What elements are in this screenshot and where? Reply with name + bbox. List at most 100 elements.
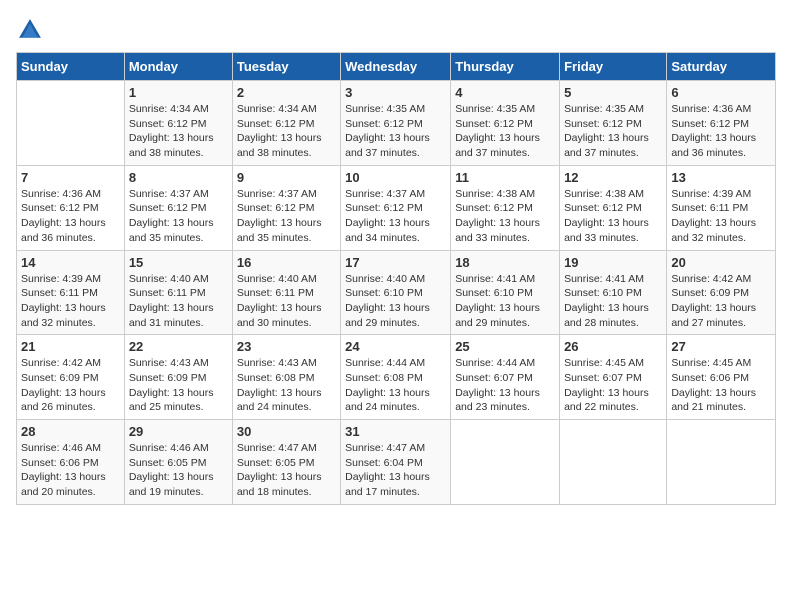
day-number: 20 — [671, 255, 771, 270]
day-number: 10 — [345, 170, 446, 185]
day-number: 23 — [237, 339, 336, 354]
day-number: 27 — [671, 339, 771, 354]
day-number: 14 — [21, 255, 120, 270]
day-info: Sunrise: 4:43 AMSunset: 6:08 PMDaylight:… — [237, 356, 336, 415]
day-info: Sunrise: 4:35 AMSunset: 6:12 PMDaylight:… — [564, 102, 662, 161]
calendar-cell: 4 Sunrise: 4:35 AMSunset: 6:12 PMDaylight… — [451, 81, 560, 166]
calendar-cell: 30Sunrise: 4:47 AMSunset: 6:05 PMDayligh… — [232, 420, 340, 505]
day-number: 24 — [345, 339, 446, 354]
calendar-cell: 19 Sunrise: 4:41 AMSunset: 6:10 PMDayligh… — [560, 250, 667, 335]
calendar-cell: 16Sunrise: 4:40 AMSunset: 6:11 PMDayligh… — [232, 250, 340, 335]
calendar-week-row: 14 Sunrise: 4:39 AMSunset: 6:11 PMDayligh… — [17, 250, 776, 335]
calendar-cell: 12 Sunrise: 4:38 AMSunset: 6:12 PMDayligh… — [560, 165, 667, 250]
day-header-thursday: Thursday — [451, 53, 560, 81]
calendar-cell: 13 Sunrise: 4:39 AMSunset: 6:11 PMDayligh… — [667, 165, 776, 250]
day-info: Sunrise: 4:41 AMSunset: 6:10 PMDaylight:… — [564, 272, 662, 331]
day-number: 18 — [455, 255, 555, 270]
calendar-week-row: 1 Sunrise: 4:34 AMSunset: 6:12 PMDaylight… — [17, 81, 776, 166]
day-info: Sunrise: 4:37 AMSunset: 6:12 PMDaylight:… — [129, 187, 228, 246]
day-number: 1 — [129, 85, 228, 100]
day-info: Sunrise: 4:44 AMSunset: 6:08 PMDaylight:… — [345, 356, 446, 415]
day-number: 5 — [564, 85, 662, 100]
calendar-cell: 24 Sunrise: 4:44 AMSunset: 6:08 PMDayligh… — [341, 335, 451, 420]
calendar-cell: 8 Sunrise: 4:37 AMSunset: 6:12 PMDaylight… — [124, 165, 232, 250]
day-number: 28 — [21, 424, 120, 439]
calendar-cell: 29Sunrise: 4:46 AMSunset: 6:05 PMDayligh… — [124, 420, 232, 505]
calendar-cell: 5 Sunrise: 4:35 AMSunset: 6:12 PMDaylight… — [560, 81, 667, 166]
day-info: Sunrise: 4:36 AMSunset: 6:12 PMDaylight:… — [21, 187, 120, 246]
calendar-cell: 22 Sunrise: 4:43 AMSunset: 6:09 PMDayligh… — [124, 335, 232, 420]
day-info: Sunrise: 4:41 AMSunset: 6:10 PMDaylight:… — [455, 272, 555, 331]
calendar-cell — [667, 420, 776, 505]
day-info: Sunrise: 4:45 AMSunset: 6:06 PMDaylight:… — [671, 356, 771, 415]
day-number: 11 — [455, 170, 555, 185]
calendar-week-row: 7 Sunrise: 4:36 AMSunset: 6:12 PMDaylight… — [17, 165, 776, 250]
day-number: 21 — [21, 339, 120, 354]
day-number: 3 — [345, 85, 446, 100]
calendar-week-row: 28 Sunrise: 4:46 AMSunset: 6:06 PMDayligh… — [17, 420, 776, 505]
day-header-wednesday: Wednesday — [341, 53, 451, 81]
day-number: 6 — [671, 85, 771, 100]
calendar-week-row: 21Sunrise: 4:42 AMSunset: 6:09 PMDayligh… — [17, 335, 776, 420]
day-number: 30 — [237, 424, 336, 439]
day-number: 4 — [455, 85, 555, 100]
day-number: 26 — [564, 339, 662, 354]
calendar-cell: 27 Sunrise: 4:45 AMSunset: 6:06 PMDayligh… — [667, 335, 776, 420]
day-number: 15 — [129, 255, 228, 270]
calendar-table: SundayMondayTuesdayWednesdayThursdayFrid… — [16, 52, 776, 505]
day-info: Sunrise: 4:40 AMSunset: 6:11 PMDaylight:… — [237, 272, 336, 331]
day-info: Sunrise: 4:40 AMSunset: 6:10 PMDaylight:… — [345, 272, 446, 331]
calendar-cell: 15 Sunrise: 4:40 AMSunset: 6:11 PMDayligh… — [124, 250, 232, 335]
logo-icon — [16, 16, 44, 44]
logo — [16, 16, 48, 44]
calendar-cell: 10 Sunrise: 4:37 AMSunset: 6:12 PMDayligh… — [341, 165, 451, 250]
calendar-cell: 31 Sunrise: 4:47 AMSunset: 6:04 PMDayligh… — [341, 420, 451, 505]
day-info: Sunrise: 4:47 AMSunset: 6:04 PMDaylight:… — [345, 441, 446, 500]
day-info: Sunrise: 4:39 AMSunset: 6:11 PMDaylight:… — [671, 187, 771, 246]
day-info: Sunrise: 4:37 AMSunset: 6:12 PMDaylight:… — [345, 187, 446, 246]
calendar-cell: 20Sunrise: 4:42 AMSunset: 6:09 PMDayligh… — [667, 250, 776, 335]
day-number: 19 — [564, 255, 662, 270]
day-info: Sunrise: 4:46 AMSunset: 6:06 PMDaylight:… — [21, 441, 120, 500]
page-header — [16, 16, 776, 44]
calendar-cell — [17, 81, 125, 166]
day-info: Sunrise: 4:34 AMSunset: 6:12 PMDaylight:… — [129, 102, 228, 161]
day-info: Sunrise: 4:46 AMSunset: 6:05 PMDaylight:… — [129, 441, 228, 500]
day-info: Sunrise: 4:39 AMSunset: 6:11 PMDaylight:… — [21, 272, 120, 331]
calendar-cell: 7 Sunrise: 4:36 AMSunset: 6:12 PMDaylight… — [17, 165, 125, 250]
calendar-cell: 17 Sunrise: 4:40 AMSunset: 6:10 PMDayligh… — [341, 250, 451, 335]
day-info: Sunrise: 4:38 AMSunset: 6:12 PMDaylight:… — [564, 187, 662, 246]
day-number: 8 — [129, 170, 228, 185]
calendar-cell: 6 Sunrise: 4:36 AMSunset: 6:12 PMDaylight… — [667, 81, 776, 166]
day-info: Sunrise: 4:43 AMSunset: 6:09 PMDaylight:… — [129, 356, 228, 415]
day-header-sunday: Sunday — [17, 53, 125, 81]
calendar-cell: 23 Sunrise: 4:43 AMSunset: 6:08 PMDayligh… — [232, 335, 340, 420]
calendar-cell: 21Sunrise: 4:42 AMSunset: 6:09 PMDayligh… — [17, 335, 125, 420]
calendar-cell: 9Sunrise: 4:37 AMSunset: 6:12 PMDaylight… — [232, 165, 340, 250]
day-number: 25 — [455, 339, 555, 354]
day-number: 31 — [345, 424, 446, 439]
day-info: Sunrise: 4:36 AMSunset: 6:12 PMDaylight:… — [671, 102, 771, 161]
day-info: Sunrise: 4:45 AMSunset: 6:07 PMDaylight:… — [564, 356, 662, 415]
day-number: 9 — [237, 170, 336, 185]
day-number: 13 — [671, 170, 771, 185]
calendar-cell — [560, 420, 667, 505]
day-info: Sunrise: 4:35 AMSunset: 6:12 PMDaylight:… — [345, 102, 446, 161]
day-info: Sunrise: 4:35 AMSunset: 6:12 PMDaylight:… — [455, 102, 555, 161]
calendar-cell: 3 Sunrise: 4:35 AMSunset: 6:12 PMDaylight… — [341, 81, 451, 166]
day-number: 7 — [21, 170, 120, 185]
day-header-saturday: Saturday — [667, 53, 776, 81]
day-header-tuesday: Tuesday — [232, 53, 340, 81]
day-number: 2 — [237, 85, 336, 100]
calendar-cell: 28 Sunrise: 4:46 AMSunset: 6:06 PMDayligh… — [17, 420, 125, 505]
day-number: 12 — [564, 170, 662, 185]
calendar-cell: 14 Sunrise: 4:39 AMSunset: 6:11 PMDayligh… — [17, 250, 125, 335]
calendar-cell: 26 Sunrise: 4:45 AMSunset: 6:07 PMDayligh… — [560, 335, 667, 420]
day-info: Sunrise: 4:40 AMSunset: 6:11 PMDaylight:… — [129, 272, 228, 331]
calendar-cell: 2 Sunrise: 4:34 AMSunset: 6:12 PMDaylight… — [232, 81, 340, 166]
day-header-monday: Monday — [124, 53, 232, 81]
day-info: Sunrise: 4:34 AMSunset: 6:12 PMDaylight:… — [237, 102, 336, 161]
day-number: 22 — [129, 339, 228, 354]
calendar-cell: 1 Sunrise: 4:34 AMSunset: 6:12 PMDaylight… — [124, 81, 232, 166]
day-number: 17 — [345, 255, 446, 270]
